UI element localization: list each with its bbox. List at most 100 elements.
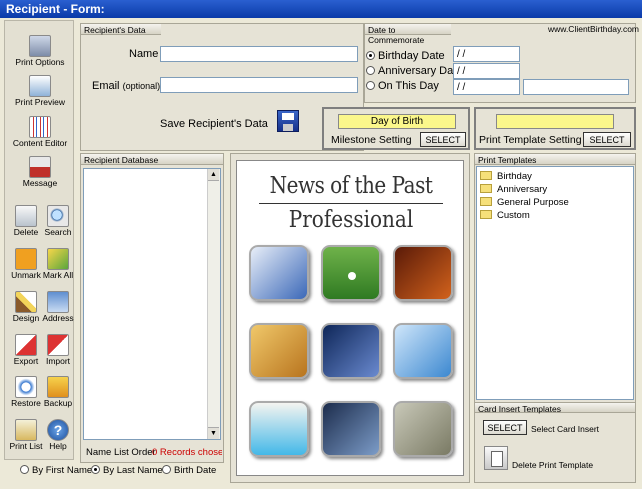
email-label: Email (optional) — [92, 80, 160, 92]
print-options-icon — [29, 35, 51, 57]
toolbar-label: Import — [45, 356, 71, 366]
preview-subtitle: Professional — [288, 205, 414, 233]
recipient-data-header: Recipient's Data — [81, 24, 161, 35]
extra-date-field[interactable] — [523, 79, 629, 95]
help-button[interactable]: ? Help — [40, 419, 76, 451]
sort-birth-date[interactable]: Birth Date — [162, 465, 216, 476]
print-template-setting-label: Print Template Setting — [479, 134, 582, 146]
side-toolbar: Print Options Print Preview Content Edit… — [4, 20, 74, 460]
print-options-button[interactable]: Print Options — [13, 35, 67, 67]
milestone-value: Day of Birth — [338, 114, 456, 129]
template-folder-label: Anniversary — [497, 184, 548, 195]
card-insert-select-button[interactable]: SELECT — [483, 420, 527, 435]
toolbar-label: Message — [22, 178, 58, 188]
delete-button[interactable]: Delete — [8, 205, 44, 237]
email-field[interactable] — [160, 77, 358, 93]
scroll-down-icon[interactable]: ▼ — [208, 427, 219, 439]
paintbrush-icon — [15, 291, 37, 313]
anniversary-date-field[interactable] — [453, 63, 520, 79]
backup-button[interactable]: Backup — [40, 376, 76, 408]
preview-divider — [259, 203, 443, 204]
sort-first-name[interactable]: By First Name — [20, 465, 92, 476]
restore-icon — [15, 376, 37, 398]
template-folder-label: Custom — [497, 210, 530, 221]
name-field[interactable] — [160, 46, 358, 62]
template-preview-card: News of the Past Professional — [236, 160, 464, 476]
message-button[interactable]: Message — [13, 156, 67, 188]
print-template-value — [496, 114, 614, 129]
content-editor-button[interactable]: Content Editor — [11, 116, 69, 148]
name-list-order-label: Name List Order — [86, 447, 156, 458]
toolbar-label: Design — [12, 313, 40, 323]
milestone-label: Milestone Setting — [331, 134, 412, 146]
message-icon — [29, 156, 51, 178]
email-label-text: Email — [92, 80, 120, 92]
mark-all-button[interactable]: Mark All — [40, 248, 76, 280]
on-this-day-date-field[interactable] — [453, 79, 520, 95]
template-tree[interactable]: Birthday Anniversary General Purpose Cus… — [476, 166, 634, 400]
window-title: Recipient - Form: — [0, 0, 642, 18]
date-commemorate-header: Date to Commemorate — [365, 24, 451, 45]
preview-title: News of the Past — [269, 171, 433, 199]
birthday-date-field[interactable] — [453, 46, 520, 62]
design-button[interactable]: Design — [8, 291, 44, 323]
restore-button[interactable]: Restore — [8, 376, 44, 408]
recipient-list[interactable]: ▲ ▼ — [83, 168, 221, 440]
birthday-radio[interactable] — [366, 51, 375, 60]
name-label: Name — [129, 48, 159, 60]
sort-first-name-radio[interactable] — [20, 465, 29, 474]
print-list-button[interactable]: Print List — [8, 419, 44, 451]
toolbar-label: Search — [44, 227, 72, 237]
calendar-image — [249, 245, 309, 301]
sort-last-name[interactable]: By Last Name — [91, 465, 163, 476]
film-reel-image — [321, 401, 381, 457]
on-this-day-option[interactable]: On This Day — [366, 80, 439, 92]
sort-last-name-radio[interactable] — [91, 465, 100, 474]
export-icon — [15, 334, 37, 356]
address-card-icon — [47, 291, 69, 313]
search-button[interactable]: Search — [40, 205, 76, 237]
scroll-up-icon[interactable]: ▲ — [208, 169, 219, 181]
template-folder-birthday[interactable]: Birthday — [480, 171, 532, 182]
toolbar-label: Unmark — [11, 270, 41, 280]
content-editor-icon — [29, 116, 51, 138]
recipient-database-header: Recipient Database — [81, 154, 223, 165]
on-this-day-radio[interactable] — [366, 81, 375, 90]
template-folder-anniversary[interactable]: Anniversary — [480, 184, 547, 195]
anniversary-option[interactable]: Anniversary Date — [366, 65, 462, 77]
print-preview-button[interactable]: Print Preview — [13, 75, 67, 107]
milestone-select-button[interactable]: SELECT — [420, 132, 466, 147]
sort-birth-date-label: Birth Date — [174, 465, 217, 476]
money-image — [393, 401, 453, 457]
address-button[interactable]: Address — [40, 291, 76, 323]
export-button[interactable]: Export — [8, 334, 44, 366]
import-button[interactable]: Import — [40, 334, 76, 366]
template-folder-general-purpose[interactable]: General Purpose — [480, 197, 569, 208]
anniversary-radio[interactable] — [366, 66, 375, 75]
delete-template-button[interactable] — [484, 446, 508, 470]
anniversary-option-label: Anniversary Date — [378, 65, 463, 77]
records-count: 0 Records chose — [152, 447, 222, 458]
handshake-image — [321, 323, 381, 379]
folder-icon — [480, 210, 492, 219]
birthday-option[interactable]: Birthday Date — [366, 50, 445, 62]
template-folder-label: General Purpose — [497, 197, 569, 208]
on-this-day-option-label: On This Day — [378, 80, 439, 92]
toolbar-label: Backup — [43, 398, 73, 408]
list-scrollbar[interactable]: ▲ ▼ — [207, 169, 220, 439]
toolbar-label: Address — [42, 313, 74, 323]
unmark-button[interactable]: Unmark — [8, 248, 44, 280]
template-folder-label: Birthday — [497, 171, 532, 182]
template-folder-custom[interactable]: Custom — [480, 210, 530, 221]
lab-flask-image — [249, 401, 309, 457]
print-template-select-button[interactable]: SELECT — [583, 132, 631, 147]
unmark-icon — [15, 248, 37, 270]
folder-icon — [480, 197, 492, 206]
website-label: www.ClientBirthday.com — [548, 24, 640, 34]
save-disk-icon[interactable] — [277, 110, 299, 132]
sort-birth-date-radio[interactable] — [162, 465, 171, 474]
toolbar-label: Print List — [9, 441, 43, 451]
folder-icon — [480, 171, 492, 180]
backup-icon — [47, 376, 69, 398]
save-recipient-label: Save Recipient's Data — [160, 118, 268, 130]
